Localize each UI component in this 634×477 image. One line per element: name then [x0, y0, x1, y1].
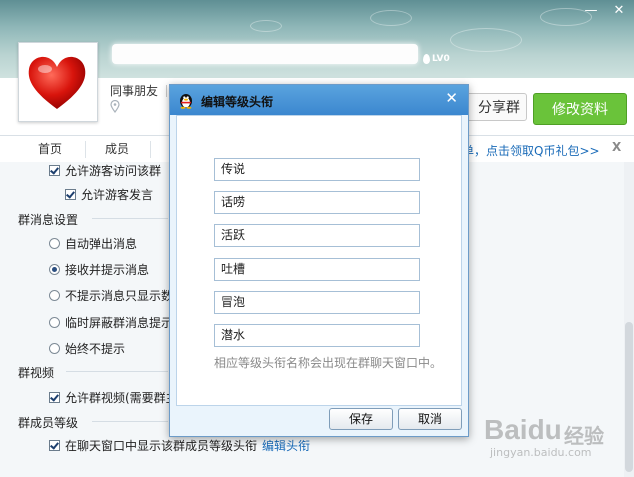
- msg-option-never[interactable]: 始终不提示: [49, 340, 125, 357]
- edit-level-title-dialog: 编辑等级头衔 ✕ 传说 话唠 活跃 吐槽 冒泡 潜水 相应等级头衔名称会出现在群…: [169, 84, 469, 437]
- dialog-title: 编辑等级头衔: [201, 95, 274, 109]
- baidu-jingyan-watermark: Baidu 经验 jingyan.baidu.com: [484, 406, 614, 462]
- section-divider: [92, 218, 168, 219]
- watermark-url: jingyan.baidu.com: [490, 446, 592, 459]
- level-title-input-6[interactable]: 潜水: [214, 324, 420, 347]
- group-avatar[interactable]: [18, 42, 98, 122]
- promo-link[interactable]: 单，点击领取Q币礼包>>: [462, 142, 600, 159]
- save-button[interactable]: 保存: [329, 408, 393, 430]
- level-badge: LV0: [423, 54, 450, 64]
- tab-members[interactable]: 成员: [92, 136, 142, 163]
- scrollbar-thumb[interactable]: [625, 322, 633, 472]
- group-name-redacted: [112, 44, 418, 64]
- dialog-body: 传说 话唠 活跃 吐槽 冒泡 潜水 相应等级头衔名称会出现在群聊天窗口中。: [176, 115, 462, 406]
- radio-button[interactable]: [49, 317, 60, 328]
- raindrop-decoration: [250, 20, 282, 32]
- allow-visitor-speak-option[interactable]: 允许游客发言: [65, 186, 153, 203]
- section-divider: [92, 421, 168, 422]
- level-title-input-3[interactable]: 活跃: [214, 224, 420, 247]
- group-video-heading: 群视频: [18, 366, 55, 380]
- level-title-input-2[interactable]: 话唠: [214, 191, 420, 214]
- heart-icon: [25, 51, 89, 113]
- checkbox[interactable]: [49, 392, 60, 403]
- promo-close-button[interactable]: X: [612, 140, 626, 156]
- level-title-input-4[interactable]: 吐槽: [214, 258, 420, 281]
- raindrop-decoration: [370, 10, 412, 26]
- divider: [166, 84, 168, 97]
- location-pin-icon: [110, 99, 120, 116]
- msg-option-receive-notify[interactable]: 接收并提示消息: [49, 261, 149, 278]
- water-drop-icon: [423, 54, 430, 64]
- checkbox[interactable]: [49, 440, 60, 451]
- dialog-close-button[interactable]: ✕: [445, 89, 458, 107]
- group-category[interactable]: 同事朋友: [110, 82, 158, 99]
- member-level-heading: 群成员等级: [18, 416, 79, 430]
- tab-divider: [85, 141, 86, 158]
- dialog-hint-text: 相应等级头衔名称会出现在群聊天窗口中。: [214, 356, 443, 370]
- allow-visitors-option[interactable]: 允许游客访问该群: [49, 162, 161, 179]
- edit-title-link[interactable]: 编辑头衔: [262, 437, 310, 454]
- group-category-row: 同事朋友: [110, 82, 168, 99]
- checkbox[interactable]: [49, 165, 60, 176]
- section-divider: [66, 371, 168, 372]
- qq-penguin-icon: [177, 91, 195, 112]
- radio-button[interactable]: [49, 238, 60, 249]
- watermark-brand: Baidu: [484, 414, 562, 445]
- dialog-titlebar[interactable]: 编辑等级头衔 ✕: [170, 85, 468, 115]
- tab-home[interactable]: 首页: [24, 136, 76, 163]
- level-title-input-1[interactable]: 传说: [214, 158, 420, 181]
- checkbox[interactable]: [65, 189, 76, 200]
- tab-divider: [150, 141, 151, 158]
- msg-option-count-only[interactable]: 不提示消息只显示数: [49, 287, 173, 304]
- share-group-button[interactable]: 分享群: [459, 93, 527, 121]
- radio-button[interactable]: [49, 264, 60, 275]
- radio-button[interactable]: [49, 343, 60, 354]
- msg-option-auto-popup[interactable]: 自动弹出消息: [49, 235, 137, 252]
- show-level-option[interactable]: 在聊天窗口中显示该群成员等级头衔 编辑头衔: [49, 437, 310, 454]
- minimize-button[interactable]: —: [580, 2, 602, 20]
- message-settings-heading: 群消息设置: [18, 213, 79, 227]
- msg-option-temp-block[interactable]: 临时屏蔽群消息提示: [49, 314, 173, 331]
- vertical-scrollbar[interactable]: [624, 162, 634, 477]
- cancel-button[interactable]: 取消: [398, 408, 462, 430]
- level-title-input-5[interactable]: 冒泡: [214, 291, 420, 314]
- close-window-button[interactable]: ✕: [608, 2, 630, 20]
- radio-button[interactable]: [49, 290, 60, 301]
- edit-profile-button[interactable]: 修改资料: [533, 93, 627, 125]
- allow-video-option[interactable]: 允许群视频(需要群主: [49, 389, 178, 406]
- raindrop-decoration: [450, 28, 522, 52]
- watermark-cn: 经验: [564, 424, 604, 448]
